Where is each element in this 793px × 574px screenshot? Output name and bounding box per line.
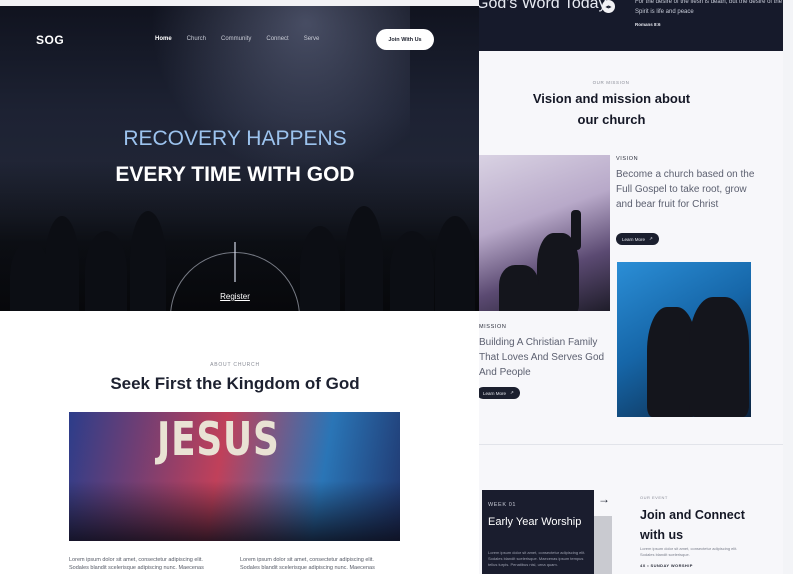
event-eyebrow: OUR EVENT xyxy=(640,495,668,500)
about-paragraph-2: Lorem ipsum dolor sit amet, consectetur … xyxy=(240,557,375,571)
right-page-preview: God's Word Today ◀▶ For the desire of th… xyxy=(479,0,783,574)
week-event-card[interactable]: WEEK 01 Early Year Worship Lorem ipsum d… xyxy=(482,490,594,574)
vision-learn-more-button[interactable]: Learn More ↗ xyxy=(616,233,659,245)
learn-more-label: Learn More xyxy=(622,236,646,242)
nav-community[interactable]: Community xyxy=(221,36,251,42)
learn-more-label: Learn More xyxy=(483,390,507,396)
mission-label: MISSION xyxy=(479,324,507,330)
gods-word-title: God's Word Today xyxy=(479,0,607,12)
worship-leader-photo xyxy=(479,155,610,311)
hero-heading-line2: EVERY TIME WITH GOD xyxy=(115,163,355,186)
jesus-sign-text: JESUS xyxy=(157,412,280,466)
play-dot-icon[interactable]: ◀▶ xyxy=(602,0,615,13)
event-description: Lorem ipsum dolor sit amet, consectetur … xyxy=(640,546,738,557)
section-divider xyxy=(479,444,783,445)
arrow-icon: ↗ xyxy=(510,390,514,395)
hero-heading-line1: RECOVERY HAPPENS xyxy=(123,127,347,150)
right-gutter xyxy=(783,0,793,574)
register-link[interactable]: Register xyxy=(0,292,470,301)
nav-serve[interactable]: Serve xyxy=(304,36,320,42)
nav-home[interactable]: Home xyxy=(155,36,172,42)
nav-church[interactable]: Church xyxy=(187,36,206,42)
next-card-peek xyxy=(594,516,612,574)
nav-connect[interactable]: Connect xyxy=(266,36,288,42)
main-nav: Home Church Community Connect Serve xyxy=(155,36,334,42)
site-logo[interactable]: SOG xyxy=(36,33,64,47)
vision-text: Become a church based on the Full Gospel… xyxy=(616,169,755,210)
landing-page-canvas: SOG Home Church Community Connect Serve … xyxy=(0,0,793,574)
gods-word-section: God's Word Today ◀▶ For the desire of th… xyxy=(479,0,783,51)
verse-reference: Romans 8:6 xyxy=(635,22,661,27)
bible-verse: For the desire of the flesh is death, bu… xyxy=(635,0,783,15)
left-page-preview: SOG Home Church Community Connect Serve … xyxy=(0,0,479,574)
worship-image: JESUS xyxy=(69,412,400,541)
mission-text: Building A Christian Family That Loves A… xyxy=(479,337,605,378)
hero-section: SOG Home Church Community Connect Serve … xyxy=(0,6,479,311)
join-with-us-button[interactable]: Join With Us xyxy=(376,29,434,50)
week-description: Lorem ipsum dolor sit amet, consectetur … xyxy=(488,550,586,567)
about-eyebrow: ABOUT CHURCH xyxy=(210,362,260,368)
week-label: WEEK 01 xyxy=(488,502,517,508)
mission-title: Vision and mission about our church xyxy=(532,91,691,127)
arrow-icon: ↗ xyxy=(649,236,653,241)
about-paragraph-1: Lorem ipsum dolor sit amet, consectetur … xyxy=(69,557,204,571)
right-arrow-icon[interactable]: → xyxy=(598,492,610,506)
event-title: Join and Connect with us xyxy=(640,508,745,542)
image-shadow xyxy=(69,481,400,541)
mission-learn-more-button[interactable]: Learn More ↗ xyxy=(479,387,520,399)
event-meta: 4X • SUNDAY WORSHIP xyxy=(640,563,693,568)
vision-label: VISION xyxy=(616,156,639,162)
about-title: Seek First the Kingdom of God xyxy=(110,374,360,393)
decorative-line xyxy=(234,242,236,282)
week-title: Early Year Worship xyxy=(488,516,582,528)
mission-eyebrow: OUR MISSION xyxy=(592,80,630,85)
prayer-photo xyxy=(617,262,751,417)
